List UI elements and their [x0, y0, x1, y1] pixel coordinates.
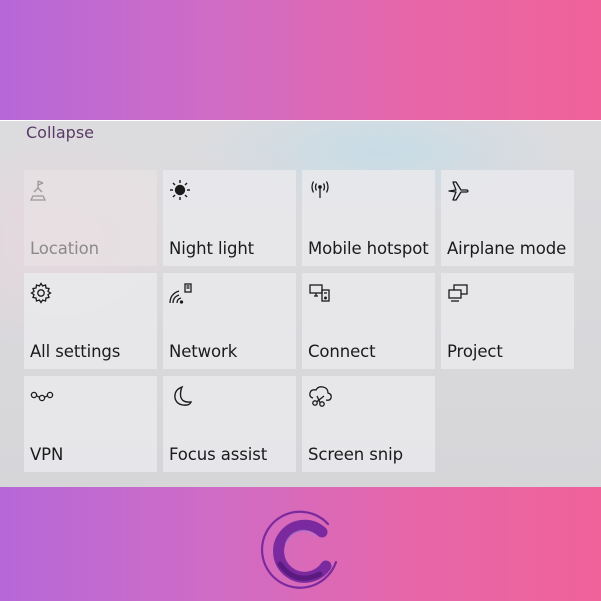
action-center-panel: Collapse Location Night light Mobile hot… [0, 121, 601, 487]
tile-all-settings[interactable]: All settings [24, 273, 157, 369]
tile-connect[interactable]: Connect [302, 273, 435, 369]
tile-label: Mobile hotspot [308, 239, 429, 258]
network-icon [168, 281, 194, 307]
gear-icon [29, 281, 55, 307]
tile-label: VPN [30, 445, 64, 464]
tile-label: Location [30, 239, 99, 258]
connect-icon [307, 281, 333, 307]
tile-screen-snip[interactable]: Screen snip [302, 376, 435, 472]
tile-label: Night light [169, 239, 255, 258]
collapse-link[interactable]: Collapse [26, 123, 94, 143]
tile-label: Network [169, 342, 238, 361]
mobile-hotspot-icon [307, 178, 333, 204]
tile-label: Project [447, 342, 503, 361]
project-icon [446, 281, 472, 307]
moon-icon [168, 384, 194, 410]
screen-snip-icon [307, 384, 333, 410]
airplane-icon [446, 178, 472, 204]
tile-airplane-mode[interactable]: Airplane mode [441, 170, 574, 266]
tile-label: Connect [308, 342, 376, 361]
tile-project[interactable]: Project [441, 273, 574, 369]
tile-label: Screen snip [308, 445, 403, 464]
location-icon [29, 178, 55, 204]
tile-label: Focus assist [169, 445, 268, 464]
vpn-icon [29, 384, 55, 410]
tile-label: Airplane mode [447, 239, 567, 258]
tile-location[interactable]: Location [24, 170, 157, 266]
night-light-icon [168, 178, 194, 204]
brand-logo-c-icon [256, 504, 346, 594]
tile-network[interactable]: Network [163, 273, 296, 369]
tile-night-light[interactable]: Night light [163, 170, 296, 266]
tile-focus-assist[interactable]: Focus assist [163, 376, 296, 472]
tile-mobile-hotspot[interactable]: Mobile hotspot [302, 170, 435, 266]
tile-vpn[interactable]: VPN [24, 376, 157, 472]
tile-label: All settings [30, 342, 121, 361]
